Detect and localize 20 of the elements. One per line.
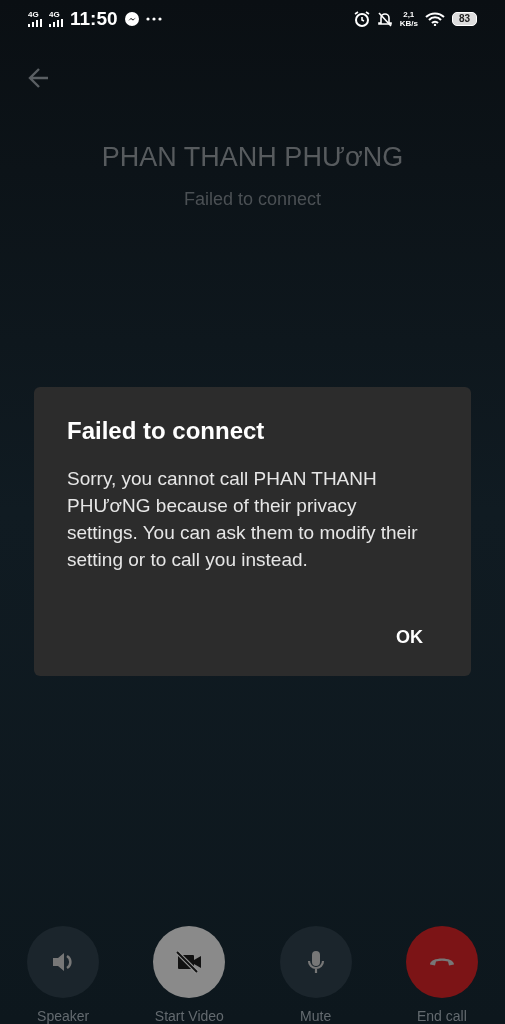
messenger-icon — [124, 12, 139, 26]
control-label: End call — [416, 1008, 467, 1024]
more-icon — [145, 17, 162, 21]
dialog-message: Sorry, you cannot call PHAN THANH PHƯơNG because of their privacy settings. You can ask them to modify their setting or to call you instead. — [67, 467, 419, 572]
signal-indicator: 4G — [28, 11, 42, 27]
muted-bell-icon — [376, 11, 393, 27]
control-label: Speaker — [37, 1008, 90, 1024]
ok-button[interactable]: OK — [384, 619, 435, 656]
clock-time: 11:50 — [70, 8, 118, 30]
network-speed: 2,1 KB/s — [399, 10, 418, 28]
contact-name: PHAN THANH PHƯơNG — [100, 142, 405, 173]
control-label: Mute — [300, 1008, 332, 1024]
signal-indicator: 4G — [49, 11, 63, 27]
dialog-title: Failed to connect — [67, 417, 266, 445]
control-label: Start Video — [154, 1008, 224, 1024]
hang-up-icon — [428, 957, 455, 967]
call-status: Failed to connect — [183, 189, 322, 210]
wifi-icon — [424, 12, 445, 26]
alarm-icon — [353, 11, 370, 27]
battery-level: 83 — [451, 12, 477, 26]
